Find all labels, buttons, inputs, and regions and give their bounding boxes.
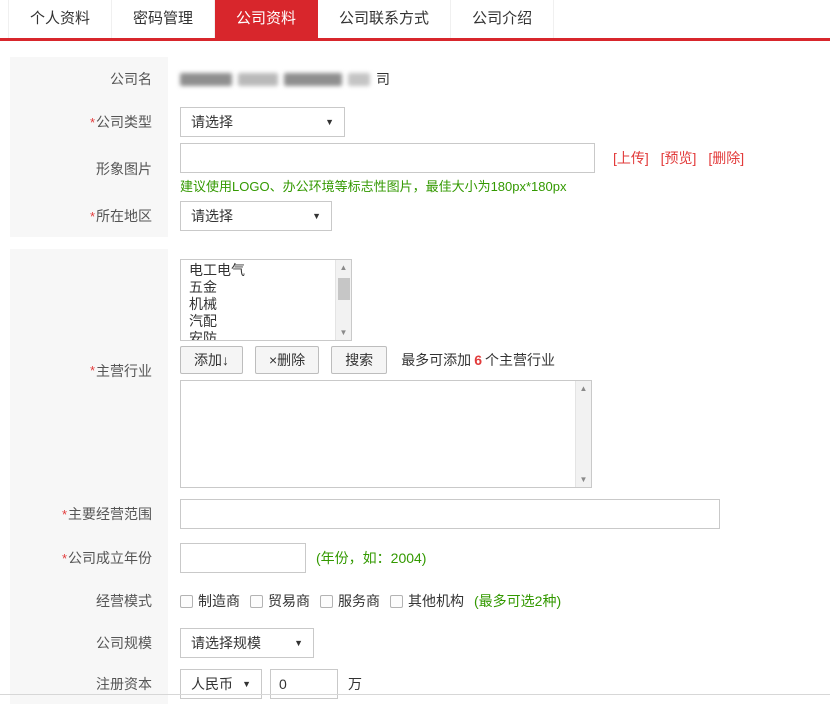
checkbox-label: 贸易商 <box>268 593 310 609</box>
company-name-value: 司 <box>180 69 390 89</box>
region-row: * 所在地区 请选择 ▼ <box>0 195 830 237</box>
add-industry-button[interactable]: 添加↓ <box>180 346 243 374</box>
search-industry-button[interactable]: 搜索 <box>331 346 388 374</box>
industry-option[interactable]: 汽配 <box>189 313 351 330</box>
company-profile-form: 公司名 司 * 公司类型 请选择 ▼ 形象图片 [上传] [预览] [删除] 建… <box>0 57 830 704</box>
checkbox-label: 服务商 <box>338 593 380 609</box>
company-size-select[interactable]: 请选择规模 ▼ <box>180 628 314 658</box>
founded-year-input[interactable] <box>180 543 306 573</box>
dropdown-arrow-icon: ▼ <box>312 211 321 221</box>
redacted-text <box>180 72 232 86</box>
tab-company-contact[interactable]: 公司联系方式 <box>318 0 452 38</box>
scroll-down-icon[interactable]: ▼ <box>576 472 591 487</box>
tab-password-management[interactable]: 密码管理 <box>112 0 216 38</box>
delete-link[interactable]: [删除] <box>708 150 744 166</box>
section-divider <box>0 237 830 249</box>
manufacturer-checkbox[interactable] <box>180 594 193 608</box>
tab-company-profile[interactable]: 公司资料 <box>215 0 319 38</box>
trader-checkbox[interactable] <box>250 594 263 608</box>
region-select[interactable]: 请选择 ▼ <box>180 201 332 231</box>
other-organization-checkbox[interactable] <box>390 594 403 608</box>
business-model-hint: (最多可选2种) <box>474 593 562 609</box>
founded-year-hint: (年份，如：2004) <box>316 550 427 566</box>
dropdown-arrow-icon: ▼ <box>294 638 303 648</box>
company-name-row: 公司名 司 <box>0 57 830 101</box>
business-scope-input[interactable] <box>180 499 720 529</box>
tab-company-introduction[interactable]: 公司介绍 <box>451 0 555 38</box>
business-model-row: 经营模式 制造商 贸易商 服务商 其他机构 (最多可选2种) <box>0 580 830 622</box>
tab-personal-profile[interactable]: 个人资料 <box>8 0 113 38</box>
redacted-text <box>238 72 278 86</box>
business-scope-label: * 主要经营范围 <box>10 492 168 536</box>
preview-link[interactable]: [预览] <box>661 150 697 166</box>
company-type-label: * 公司类型 <box>10 101 168 143</box>
profile-image-row: 形象图片 [上传] [预览] [删除] 建议使用LOGO、办公环境等标志性图片，… <box>0 143 830 195</box>
company-size-row: 公司规模 请选择规模 ▼ <box>0 622 830 664</box>
region-label: * 所在地区 <box>10 195 168 237</box>
registered-capital-label: 注册资本 <box>10 664 168 704</box>
industry-option[interactable]: 机械 <box>189 296 351 313</box>
industry-option[interactable]: 电工电气 <box>189 262 351 279</box>
company-size-label: 公司规模 <box>10 622 168 664</box>
service-provider-checkbox[interactable] <box>320 594 333 608</box>
industry-option[interactable]: 安防 <box>189 330 351 340</box>
industry-row: * 主营行业 电工电气 五金 机械 汽配 安防 ▲ ▼ 添加↓ ×删除 搜索 最… <box>0 249 830 492</box>
checkbox-label: 制造商 <box>198 593 240 609</box>
remove-industry-button[interactable]: ×删除 <box>255 346 320 374</box>
industry-hint: 最多可添加 6 个主营行业 <box>401 352 555 368</box>
scrollbar[interactable]: ▲ ▼ <box>335 260 351 340</box>
company-type-select[interactable]: 请选择 ▼ <box>180 107 345 137</box>
dropdown-arrow-icon: ▼ <box>325 117 334 127</box>
industry-option[interactable]: 五金 <box>189 279 351 296</box>
upload-link[interactable]: [上传] <box>613 150 649 166</box>
scrollbar-thumb[interactable] <box>338 278 350 300</box>
business-model-label: 经营模式 <box>10 580 168 622</box>
capital-unit: 万 <box>348 676 362 692</box>
profile-image-label: 形象图片 <box>10 143 168 195</box>
checkbox-label: 其他机构 <box>408 593 464 609</box>
scroll-up-icon[interactable]: ▲ <box>336 260 351 275</box>
selected-industries-box[interactable]: ▲ ▼ <box>180 380 592 488</box>
scroll-up-icon[interactable]: ▲ <box>576 381 591 396</box>
business-scope-row: * 主要经营范围 <box>0 492 830 536</box>
image-path-input[interactable] <box>180 143 595 173</box>
company-name-label: 公司名 <box>10 57 168 101</box>
redacted-text <box>348 72 370 86</box>
dropdown-arrow-icon: ▼ <box>242 679 251 689</box>
industry-options-list[interactable]: 电工电气 五金 机械 汽配 安防 ▲ ▼ <box>180 259 352 341</box>
bottom-divider <box>0 694 830 695</box>
industry-label: * 主营行业 <box>10 249 168 492</box>
image-hint: 建议使用LOGO、办公环境等标志性图片，最佳大小为180px*180px <box>180 179 567 194</box>
scroll-down-icon[interactable]: ▼ <box>336 325 351 340</box>
founded-year-row: * 公司成立年份 (年份，如：2004) <box>0 536 830 580</box>
registered-capital-row: 注册资本 人民币 ▼ 万 <box>0 664 830 704</box>
redacted-text <box>284 72 342 86</box>
founded-year-label: * 公司成立年份 <box>10 536 168 580</box>
scrollbar[interactable]: ▲ ▼ <box>575 381 591 487</box>
company-type-row: * 公司类型 请选择 ▼ <box>0 101 830 143</box>
tab-bar: 个人资料 密码管理 公司资料 公司联系方式 公司介绍 <box>0 0 830 41</box>
company-name-suffix: 司 <box>376 71 390 87</box>
